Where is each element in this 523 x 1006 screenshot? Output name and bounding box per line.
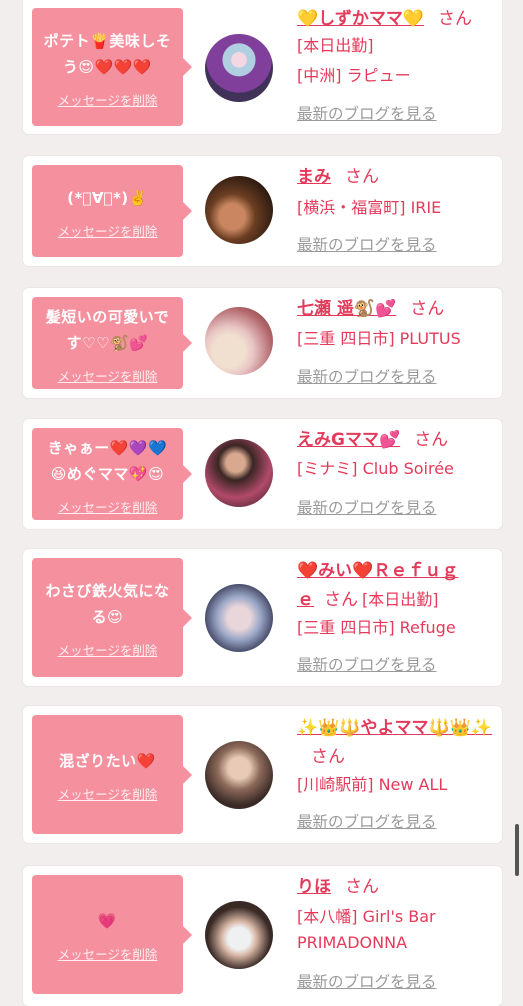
- message-card: (*ﾟ∀ﾟ*)✌️ メッセージを削除 まみ さん [横浜・福富町] IRIE 最新…: [23, 156, 502, 266]
- message-bubble: きゃぁー❤️💜💙😆めぐママ💖😍 メッセージを削除: [32, 428, 192, 520]
- sender-shop-line: [三重 四日市] PLUTUS: [297, 329, 461, 348]
- message-text: 💗: [97, 912, 118, 930]
- honorific: さん: [324, 590, 358, 610]
- message-bubble: (*ﾟ∀ﾟ*)✌️ メッセージを削除: [32, 165, 192, 257]
- sender-shop-line: [横浜・福富町] IRIE: [297, 198, 442, 217]
- sender-shop-line: [ミナミ] Club Soirée: [297, 459, 454, 478]
- sender-shop-line: [本日出勤]: [362, 590, 439, 609]
- honorific: さん: [414, 430, 449, 450]
- message-bubble: 💗 メッセージを削除: [32, 875, 192, 994]
- message-card: 混ざりたい❤️ メッセージを削除 ✨👑🔱やよママ🔱👑✨ さん [川崎駅前] New…: [23, 706, 502, 843]
- sender-shop-line: [中洲] ラピュー: [297, 66, 411, 85]
- delete-message-link[interactable]: メッセージを削除: [58, 90, 158, 109]
- message-text: (*ﾟ∀ﾟ*)✌️: [67, 188, 148, 207]
- delete-message-link[interactable]: メッセージを削除: [58, 366, 158, 385]
- latest-blog-link[interactable]: 最新のブログを見る: [297, 233, 437, 255]
- message-bubble: 髪短いの可愛いです♡♡🐒💕 メッセージを削除: [32, 297, 192, 389]
- sender-shop-line: [三重 四日市] Refuge: [297, 618, 456, 637]
- message-card: ポテト🍟美味しそう😍❤️❤️❤️ メッセージを削除 💛しずかママ💛 さん [本日出…: [23, 0, 502, 134]
- delete-message-link[interactable]: メッセージを削除: [58, 640, 158, 659]
- delete-message-link[interactable]: メッセージを削除: [58, 944, 158, 963]
- avatar[interactable]: [205, 176, 273, 244]
- message-text: 髪短いの可愛いです♡♡🐒💕: [45, 307, 170, 352]
- avatar[interactable]: [205, 439, 273, 507]
- message-bubble: ポテト🍟美味しそう😍❤️❤️❤️ メッセージを削除: [32, 8, 192, 126]
- honorific: さん: [311, 747, 345, 767]
- delete-message-link[interactable]: メッセージを削除: [58, 784, 158, 803]
- sender-name-link[interactable]: ✨👑🔱やよママ🔱👑✨: [297, 718, 492, 738]
- sender-info: まみ さん [横浜・福富町] IRIE 最新のブログを見る: [297, 156, 494, 266]
- sender-shop-line: [川崎駅前] New ALL: [297, 775, 448, 794]
- honorific: さん: [345, 877, 379, 897]
- honorific: さん: [345, 167, 379, 187]
- latest-blog-link[interactable]: 最新のブログを見る: [297, 810, 437, 832]
- avatar[interactable]: [205, 307, 273, 375]
- sender-info: 七瀬 遥🐒💕 さん [三重 四日市] PLUTUS 最新のブログを見る: [297, 288, 494, 398]
- sender-info: ✨👑🔱やよママ🔱👑✨ さん [川崎駅前] New ALL 最新のブログを見る: [297, 706, 494, 843]
- sender-info: 💛しずかママ💛 さん [本日出勤] [中洲] ラピュー 最新のブログを見る: [297, 0, 494, 134]
- latest-blog-link[interactable]: 最新のブログを見る: [297, 496, 437, 518]
- sender-info: えみGママ💕 さん [ミナミ] Club Soirée 最新のブログを見る: [297, 419, 494, 529]
- message-text: わさび鉄火気になる😍: [45, 582, 170, 626]
- message-text: 混ざりたい❤️: [59, 752, 156, 770]
- latest-blog-link[interactable]: 最新のブログを見る: [297, 102, 437, 124]
- message-card: 💗 メッセージを削除 りほ さん [本八幡] Girl's Bar PRIMADO…: [23, 866, 502, 1006]
- sender-shop-line: [本日出勤]: [297, 36, 374, 55]
- sender-name-link[interactable]: 七瀬 遥🐒💕: [297, 299, 396, 319]
- message-text: ポテト🍟美味しそう😍❤️❤️❤️: [43, 31, 172, 76]
- avatar[interactable]: [205, 584, 273, 652]
- avatar[interactable]: [205, 901, 273, 969]
- avatar[interactable]: [205, 34, 273, 102]
- honorific: さん: [438, 9, 472, 29]
- message-bubble: 混ざりたい❤️ メッセージを削除: [32, 715, 192, 834]
- sender-name-link[interactable]: まみ: [297, 167, 331, 187]
- scrollbar-thumb[interactable]: [515, 824, 519, 876]
- avatar[interactable]: [205, 741, 273, 809]
- message-text: きゃぁー❤️💜💙😆めぐママ💖😍: [47, 438, 168, 483]
- sender-name-link[interactable]: 💛しずかママ💛: [297, 9, 424, 29]
- message-card: 髪短いの可愛いです♡♡🐒💕 メッセージを削除 七瀬 遥🐒💕 さん [三重 四日市]…: [23, 288, 502, 398]
- sender-shop-line: [本八幡] Girl's Bar: [297, 907, 436, 926]
- latest-blog-link[interactable]: 最新のブログを見る: [297, 653, 437, 675]
- delete-message-link[interactable]: メッセージを削除: [58, 497, 158, 516]
- honorific: さん: [410, 299, 445, 319]
- message-card: わさび鉄火気になる😍 メッセージを削除 ❤️みい❤️Ｒｅｆｕｇｅ さん [本日出勤]…: [23, 549, 502, 686]
- sender-name-link[interactable]: りほ: [297, 877, 331, 897]
- sender-shop-line: PRIMADONNA: [297, 933, 408, 952]
- sender-name-link[interactable]: えみGママ💕: [297, 430, 400, 450]
- sender-info: ❤️みい❤️Ｒｅｆｕｇｅ さん [本日出勤] [三重 四日市] Refuge 最新の…: [297, 549, 494, 686]
- message-card: きゃぁー❤️💜💙😆めぐママ💖😍 メッセージを削除 えみGママ💕 さん [ミナミ] …: [23, 419, 502, 529]
- sender-info: りほ さん [本八幡] Girl's Bar PRIMADONNA 最新のブログを…: [297, 866, 494, 1006]
- latest-blog-link[interactable]: 最新のブログを見る: [297, 365, 437, 387]
- delete-message-link[interactable]: メッセージを削除: [58, 221, 158, 240]
- latest-blog-link[interactable]: 最新のブログを見る: [297, 970, 437, 992]
- message-bubble: わさび鉄火気になる😍 メッセージを削除: [32, 558, 192, 677]
